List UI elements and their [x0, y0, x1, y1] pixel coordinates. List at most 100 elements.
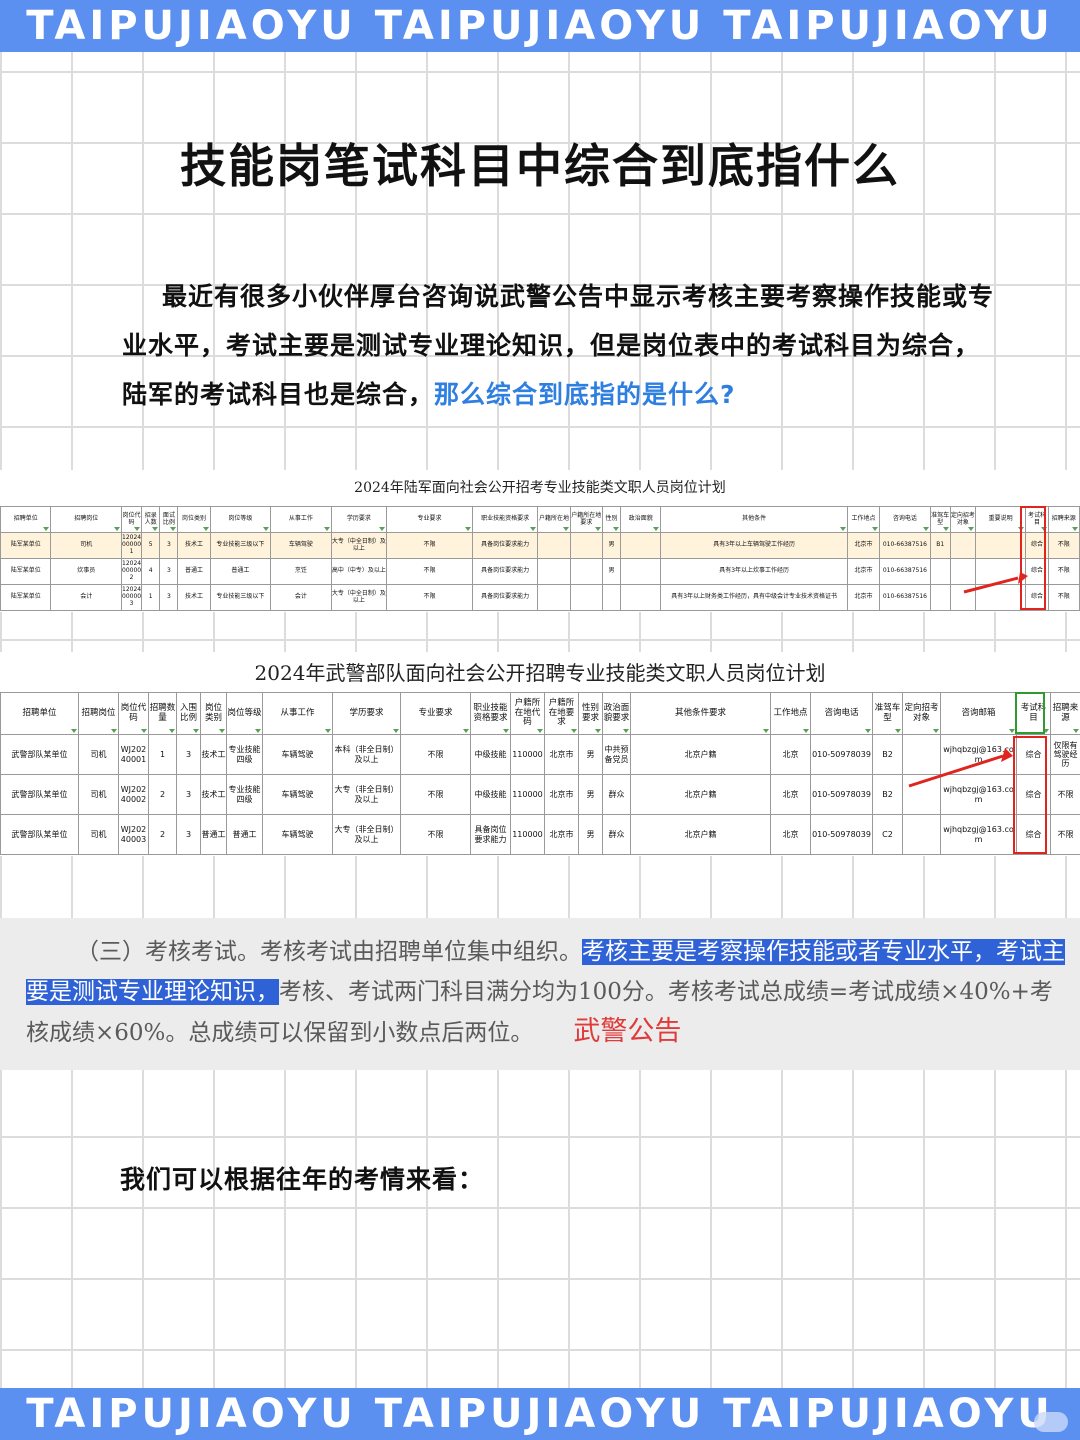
- wj-cell: 群众: [602, 814, 631, 855]
- wj-cell: WJ20240003: [118, 814, 149, 855]
- table-row: 陆军某单位 司机 12024000001 5 3 技术工 专业技能三级以下 车辆驾驶 大专（中全…: [0, 532, 1080, 559]
- wj-header-cell: 户籍所在地代码: [510, 692, 545, 735]
- army-cell: [537, 558, 571, 585]
- army-cell: [620, 558, 662, 585]
- army-cell: 烹饪: [270, 558, 332, 585]
- wj-cell: 中级技能: [470, 734, 511, 775]
- wj-cell: 北京: [770, 734, 811, 775]
- army-cell: 010-66387516: [879, 532, 931, 559]
- wj-cell: 010-50978039: [810, 774, 873, 815]
- table-row: 武警部队某单位 司机 WJ20240003 2 3 普通工 普通工 车辆驾驶 大专（非全日制）及…: [0, 814, 1080, 855]
- army-cell: 4: [141, 558, 161, 585]
- army-cell: 男: [601, 558, 622, 585]
- wj-cell: 司机: [78, 734, 119, 775]
- army-cell: 普通工: [177, 558, 211, 585]
- army-header-cell: 招聘单位: [0, 506, 52, 533]
- army-cell: 技术工: [177, 532, 211, 559]
- army-cell: 5: [141, 532, 161, 559]
- wj-cell: 专业技能四级: [226, 734, 263, 775]
- army-header-cell: 从事工作: [270, 506, 332, 533]
- wj-header-cell: 职业技能资格要求: [470, 692, 511, 735]
- army-cell: 不限: [1047, 532, 1080, 559]
- wj-cell: 车辆驾驶: [262, 774, 333, 815]
- army-cell: [569, 532, 603, 559]
- wj-cell: 普通工: [200, 814, 227, 855]
- army-cell: 车辆驾驶: [270, 532, 332, 559]
- army-header-cell: 招聘来源: [1047, 506, 1080, 533]
- wj-header-cell: 招聘单位: [0, 692, 79, 735]
- wj-cell: 北京: [770, 774, 811, 815]
- army-cell: 大专（中全日制）及以上: [330, 584, 388, 611]
- army-cell: [929, 558, 951, 585]
- wj-cell: 2: [148, 774, 177, 815]
- army-cell: 会计: [270, 584, 332, 611]
- excerpt-part1: （三）考核考试。考核考试由招聘单位集中组织。: [76, 939, 582, 965]
- army-cell: 具有3年以上财务类工作经历，具有中级会计专业技术资格证书: [660, 584, 848, 611]
- wj-header-cell: 其他条件要求: [630, 692, 771, 735]
- army-cell: 专业技能三级以下: [209, 584, 272, 611]
- army-header-cell: 性别: [601, 506, 622, 533]
- armed-police-position-table: 2024年武警部队面向社会公开招聘专业技能类文职人员岗位计划 招聘单位 招聘岗位岗…: [0, 652, 1080, 856]
- army-header-cell: 岗位代码: [120, 506, 143, 533]
- army-header-cell: 面试比例: [159, 506, 179, 533]
- army-header-cell: 职业技能资格要求: [471, 506, 539, 533]
- table-row: 陆军某单位 会计 12024000003 1 3 技术工 专业技能三级以下 会计 大专（中全日制…: [0, 584, 1080, 611]
- army-header-cell: 招聘岗位: [50, 506, 122, 533]
- army-cell: 1: [141, 584, 161, 611]
- army-table-grid: 招聘单位 招聘岗位 岗位代码 招录人数 面试比例 岗位类别 岗位等级 从事工作 学历要求 专业要求…: [0, 506, 1080, 611]
- wj-cell: 仅限有驾驶经历: [1050, 734, 1080, 775]
- army-cell: [974, 532, 1027, 559]
- page-title: 技能岗笔试科目中综合到底指什么: [180, 139, 900, 193]
- wj-header-cell: 招聘来源: [1050, 692, 1080, 735]
- army-cell: 北京市: [846, 584, 881, 611]
- wj-cell: 1: [148, 734, 177, 775]
- army-header-cell: 重要说明: [974, 506, 1027, 533]
- army-cell: 大专（中全日制）及以上: [330, 532, 388, 559]
- army-cell: 不限: [386, 584, 473, 611]
- army-header-cell: 其他条件: [660, 506, 848, 533]
- table-row: 陆军某单位 炊事员 12024000002 4 3 普通工 普通工 烹饪 高中（中专）及以上 不限…: [0, 558, 1080, 585]
- wj-cell: 武警部队某单位: [0, 734, 79, 775]
- wj-cell: [902, 814, 941, 855]
- army-header-cell: 政治面貌: [620, 506, 662, 533]
- wj-cell: 车辆驾驶: [262, 734, 333, 775]
- top-banner: TAIPUJIAOYU TAIPUJIAOYU TAIPUJIAOYU: [0, 0, 1080, 52]
- wj-cell: 司机: [78, 814, 119, 855]
- wj-cell: C2: [872, 814, 903, 855]
- wj-cell: 北京: [770, 814, 811, 855]
- army-cell: 12024000002: [120, 558, 143, 585]
- wj-header-cell: 咨询电话: [810, 692, 873, 735]
- army-cell: 010-66387516: [879, 584, 931, 611]
- wj-cell: wjhqbzgj@163.com: [940, 814, 1017, 855]
- army-table-title: 2024年陆军面向社会公开招考专业技能类文职人员岗位计划: [354, 480, 726, 496]
- army-cell: 3: [159, 532, 179, 559]
- wj-cell: 110000: [510, 734, 545, 775]
- wj-cell: 3: [176, 774, 201, 815]
- closing-sentence: 我们可以根据往年的考情来看：: [120, 1165, 485, 1194]
- army-header-cell: 户籍所在地要求: [569, 506, 603, 533]
- wj-cell: 大专（非全日制）及以上: [332, 814, 401, 855]
- wj-cell: 男: [578, 814, 603, 855]
- army-header-cell: 定向招考对象: [949, 506, 976, 533]
- wj-header-cell: 学历要求: [332, 692, 401, 735]
- army-header-cell: 专业要求: [386, 506, 473, 533]
- army-cell: [537, 584, 571, 611]
- wj-exam-subject-header-box: [1015, 692, 1045, 734]
- army-header-cell: 招录人数: [141, 506, 161, 533]
- wj-cell: B2: [872, 774, 903, 815]
- wj-header-cell: 岗位类别: [200, 692, 227, 735]
- excerpt-source: 武警公告: [573, 1016, 682, 1047]
- army-header-cell: 岗位类别: [177, 506, 211, 533]
- wj-cell: 不限: [400, 734, 471, 775]
- army-cell: 陆军某单位: [0, 532, 52, 559]
- army-cell: 具备岗位要求能力: [471, 584, 539, 611]
- army-cell: 不限: [386, 558, 473, 585]
- wj-cell: 具备岗位要求能力: [470, 814, 511, 855]
- wj-table-title: 2024年武警部队面向社会公开招聘专业技能类文职人员岗位计划: [254, 661, 826, 685]
- army-cell: [929, 584, 951, 611]
- army-cell: 不限: [1047, 558, 1080, 585]
- army-cell: 12024000001: [120, 532, 143, 559]
- army-arrow-icon: [963, 572, 1028, 594]
- army-cell: 高中（中专）及以上: [330, 558, 388, 585]
- army-cell: 010-66387516: [879, 558, 931, 585]
